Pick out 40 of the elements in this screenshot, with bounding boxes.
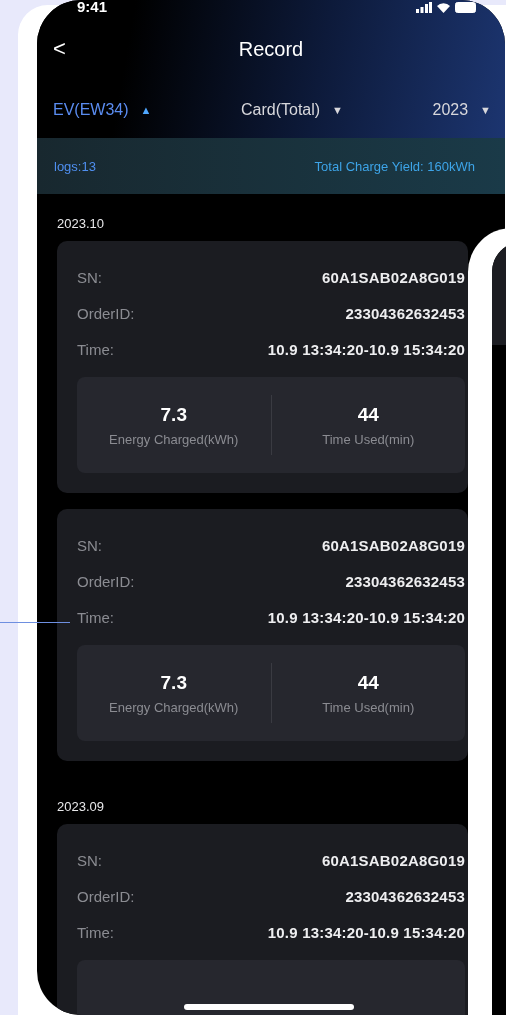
field-value: 23304362632453 bbox=[345, 304, 465, 322]
stat-label: Time Used(min) bbox=[322, 431, 415, 447]
field-label: Time: bbox=[77, 608, 114, 626]
field-value: 60A1SAB02A8G019 bbox=[321, 536, 465, 554]
field-value: 10.9 13:34:20-10.9 15:34:20 bbox=[267, 923, 465, 941]
battery-icon bbox=[455, 1, 477, 13]
field-value: 60A1SAB02A8G019 bbox=[321, 268, 465, 286]
filter-dropdown[interactable]: Card(Total) ▼ bbox=[240, 100, 343, 120]
page-title: Record bbox=[238, 37, 304, 61]
field-label: Time: bbox=[77, 340, 114, 358]
wifi-icon bbox=[436, 1, 451, 13]
month-heading: 2023.10 bbox=[56, 215, 105, 233]
filter-dropdown[interactable]: 2023 ▼ bbox=[432, 100, 491, 120]
stat-value: 7.3 bbox=[160, 403, 187, 426]
field-value: 23304362632453 bbox=[345, 572, 465, 590]
field-label: SN: bbox=[77, 268, 102, 286]
field-value: 60A1SAB02A8G019 bbox=[321, 851, 465, 869]
total-charge-yield: Total Charge Yield: 160kWh bbox=[314, 158, 475, 174]
field-value: 10.9 13:34:20-10.9 15:34:20 bbox=[267, 340, 465, 358]
field-label: OrderID: bbox=[77, 887, 135, 905]
field-label: OrderID: bbox=[77, 572, 135, 590]
stat-value: 44 bbox=[357, 403, 379, 426]
field-label: SN: bbox=[77, 851, 102, 869]
stat-label: Energy Charged(kWh) bbox=[109, 699, 239, 715]
stat-label: Time Used(min) bbox=[322, 699, 415, 715]
logs-count: logs:13 bbox=[54, 158, 96, 174]
field-value: 10.9 13:34:20-10.9 15:34:20 bbox=[267, 608, 465, 626]
stat-label: Energy Charged(kWh) bbox=[109, 431, 239, 447]
back-button[interactable]: < bbox=[53, 36, 66, 62]
signal-icon bbox=[416, 1, 432, 13]
stat-value: 44 bbox=[357, 671, 379, 694]
field-label: Time: bbox=[77, 923, 114, 941]
field-label: OrderID: bbox=[77, 304, 135, 322]
month-heading: 2023.09 bbox=[56, 798, 105, 816]
status-time: 9:41 bbox=[77, 0, 108, 14]
stat-value: 7.3 bbox=[160, 671, 187, 694]
field-value: 23304362632453 bbox=[345, 887, 465, 905]
field-label: SN: bbox=[77, 536, 102, 554]
filter-dropdown[interactable]: EV(EW34) ▲ bbox=[53, 100, 152, 120]
leader-line bbox=[0, 622, 70, 623]
